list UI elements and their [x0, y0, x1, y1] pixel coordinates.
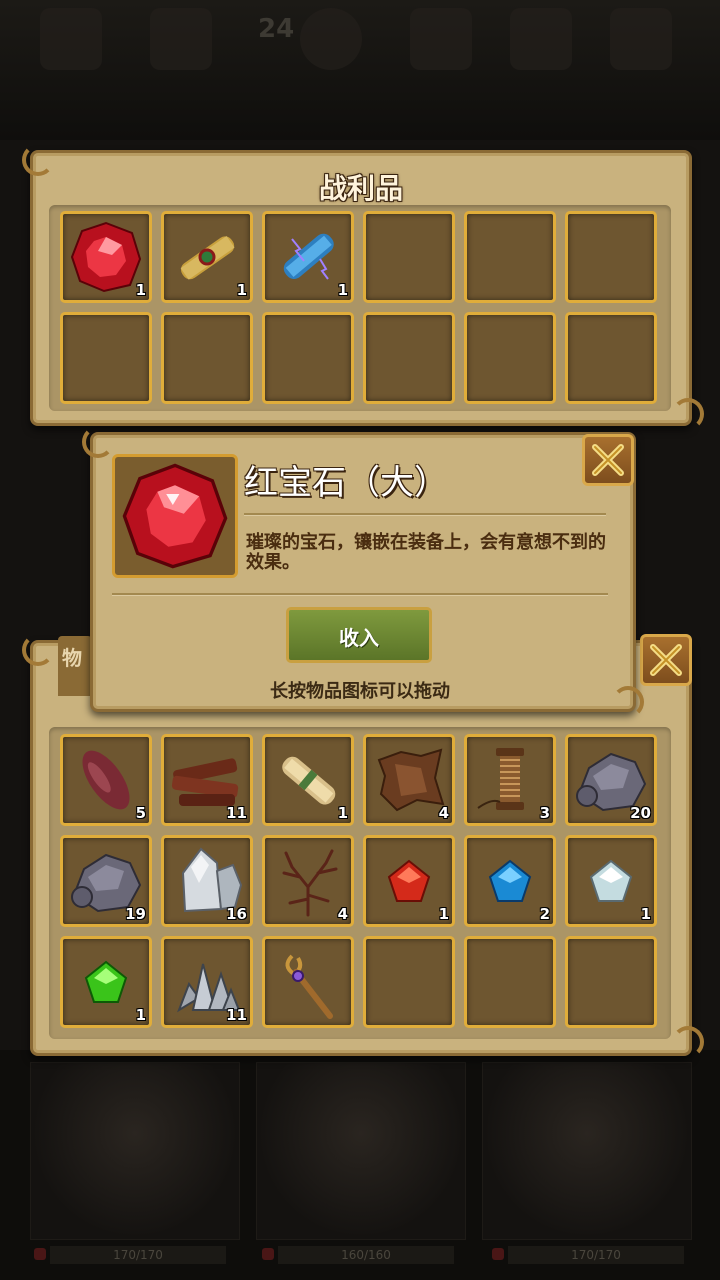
hero-hp-2: 160/160	[278, 1246, 454, 1264]
loot-slot[interactable]	[161, 312, 253, 404]
item-count: 1	[438, 905, 449, 923]
close-icon	[592, 444, 624, 476]
loot-slot[interactable]	[363, 312, 455, 404]
white-gem-small-icon	[589, 859, 633, 902]
loot-slot[interactable]	[60, 312, 152, 404]
inventory-slot[interactable]	[363, 936, 455, 1028]
hero-portrait-3	[482, 1062, 692, 1240]
hud-level: 24	[258, 14, 295, 44]
dry-branch-icon	[282, 849, 338, 917]
loot-slot[interactable]: 1	[60, 211, 152, 303]
hud-search-icon	[610, 8, 672, 70]
panel-corner-ornament	[672, 1026, 704, 1058]
inventory-slot[interactable]: 20	[565, 734, 657, 826]
hero-hp-3: 170/170	[508, 1246, 684, 1264]
green-gem-small-icon	[84, 960, 128, 1003]
loot-slot[interactable]	[565, 211, 657, 303]
item-count: 11	[226, 804, 247, 822]
item-count: 11	[226, 1006, 247, 1024]
item-count: 4	[337, 905, 348, 923]
paper-scroll-icon	[282, 756, 336, 805]
inventory-tab-label: 物	[62, 646, 82, 670]
item-count: 1	[135, 281, 146, 299]
inventory-slot[interactable]: 3	[464, 734, 556, 826]
inventory-slot[interactable]: 1	[262, 734, 354, 826]
inventory-slot[interactable]: 16	[161, 835, 253, 927]
panel-corner-ornament	[22, 634, 54, 666]
inventory-slot[interactable]	[565, 936, 657, 1028]
item-count: 1	[337, 281, 348, 299]
hud-map-icon	[510, 8, 572, 70]
item-count: 2	[539, 905, 550, 923]
detail-item-name: 红宝石（大）	[244, 463, 448, 503]
thread-spool-icon	[477, 748, 524, 810]
panel-corner-ornament	[672, 398, 704, 430]
green-scroll-icon	[180, 236, 235, 280]
hud-icon-2	[150, 8, 212, 70]
loot-panel-title: 战利品	[318, 172, 403, 205]
detail-close-button[interactable]	[582, 434, 634, 486]
item-count: 4	[438, 804, 449, 822]
item-count: 5	[135, 804, 146, 822]
blue-gem-small-icon	[488, 859, 532, 902]
inventory-slot[interactable]	[464, 936, 556, 1028]
hero-hp-1: 170/170	[50, 1246, 226, 1264]
blue-scroll-icon	[283, 233, 334, 280]
inventory-slot[interactable]: 1	[565, 835, 657, 927]
loot-slot[interactable]	[363, 211, 455, 303]
detail-item-icon-frame	[112, 454, 238, 578]
item-count: 19	[125, 905, 146, 923]
item-count: 16	[226, 905, 247, 923]
inventory-slot[interactable]: 2	[464, 835, 556, 927]
item-count: 20	[630, 804, 651, 822]
inventory-slot[interactable]	[262, 936, 354, 1028]
loot-slot[interactable]: 1	[161, 211, 253, 303]
divider	[244, 513, 606, 515]
heart-icon	[34, 1248, 46, 1260]
inventory-slot[interactable]: 4	[363, 734, 455, 826]
divider	[112, 593, 608, 595]
inventory-close-button[interactable]	[640, 634, 692, 686]
panel-corner-ornament	[22, 144, 54, 176]
item-count: 1	[236, 281, 247, 299]
loot-slot[interactable]: 1	[262, 211, 354, 303]
leather-hide-icon	[377, 748, 445, 812]
item-count: 1	[640, 905, 651, 923]
detail-item-description: 璀璨的宝石，镶嵌在装备上，会有意想不到的效果。	[246, 532, 606, 573]
magic-staff-icon	[285, 954, 333, 1019]
loot-slot[interactable]	[262, 312, 354, 404]
hud-portrait	[300, 8, 362, 70]
hero-portrait-2	[256, 1062, 466, 1240]
heart-icon	[262, 1248, 274, 1260]
sweet-potato-icon	[82, 750, 130, 810]
item-count: 1	[135, 1006, 146, 1024]
loot-slot[interactable]	[464, 211, 556, 303]
loot-slot[interactable]	[565, 312, 657, 404]
hud-icon-1	[40, 8, 102, 70]
drag-hint: 长按物品图标可以拖动	[270, 681, 450, 702]
close-icon	[650, 644, 682, 676]
inventory-slot[interactable]: 1	[363, 835, 455, 927]
heart-icon	[492, 1248, 504, 1260]
ruby-large-icon	[122, 463, 228, 569]
inventory-slot[interactable]: 11	[161, 936, 253, 1028]
inventory-slot[interactable]: 4	[262, 835, 354, 927]
inventory-slot[interactable]: 11	[161, 734, 253, 826]
panel-corner-ornament	[82, 426, 114, 458]
hero-portrait-1	[30, 1062, 240, 1240]
inventory-slot[interactable]: 19	[60, 835, 152, 927]
collect-button[interactable]: 收入	[286, 607, 432, 663]
loot-slot[interactable]	[464, 312, 556, 404]
item-count: 1	[337, 804, 348, 822]
inventory-slot[interactable]: 5	[60, 734, 152, 826]
item-count: 3	[539, 804, 550, 822]
inventory-slot[interactable]: 1	[60, 936, 152, 1028]
ruby-large-icon	[70, 221, 142, 293]
hud-icon-3	[410, 8, 472, 70]
red-gem-small-icon	[387, 859, 431, 902]
